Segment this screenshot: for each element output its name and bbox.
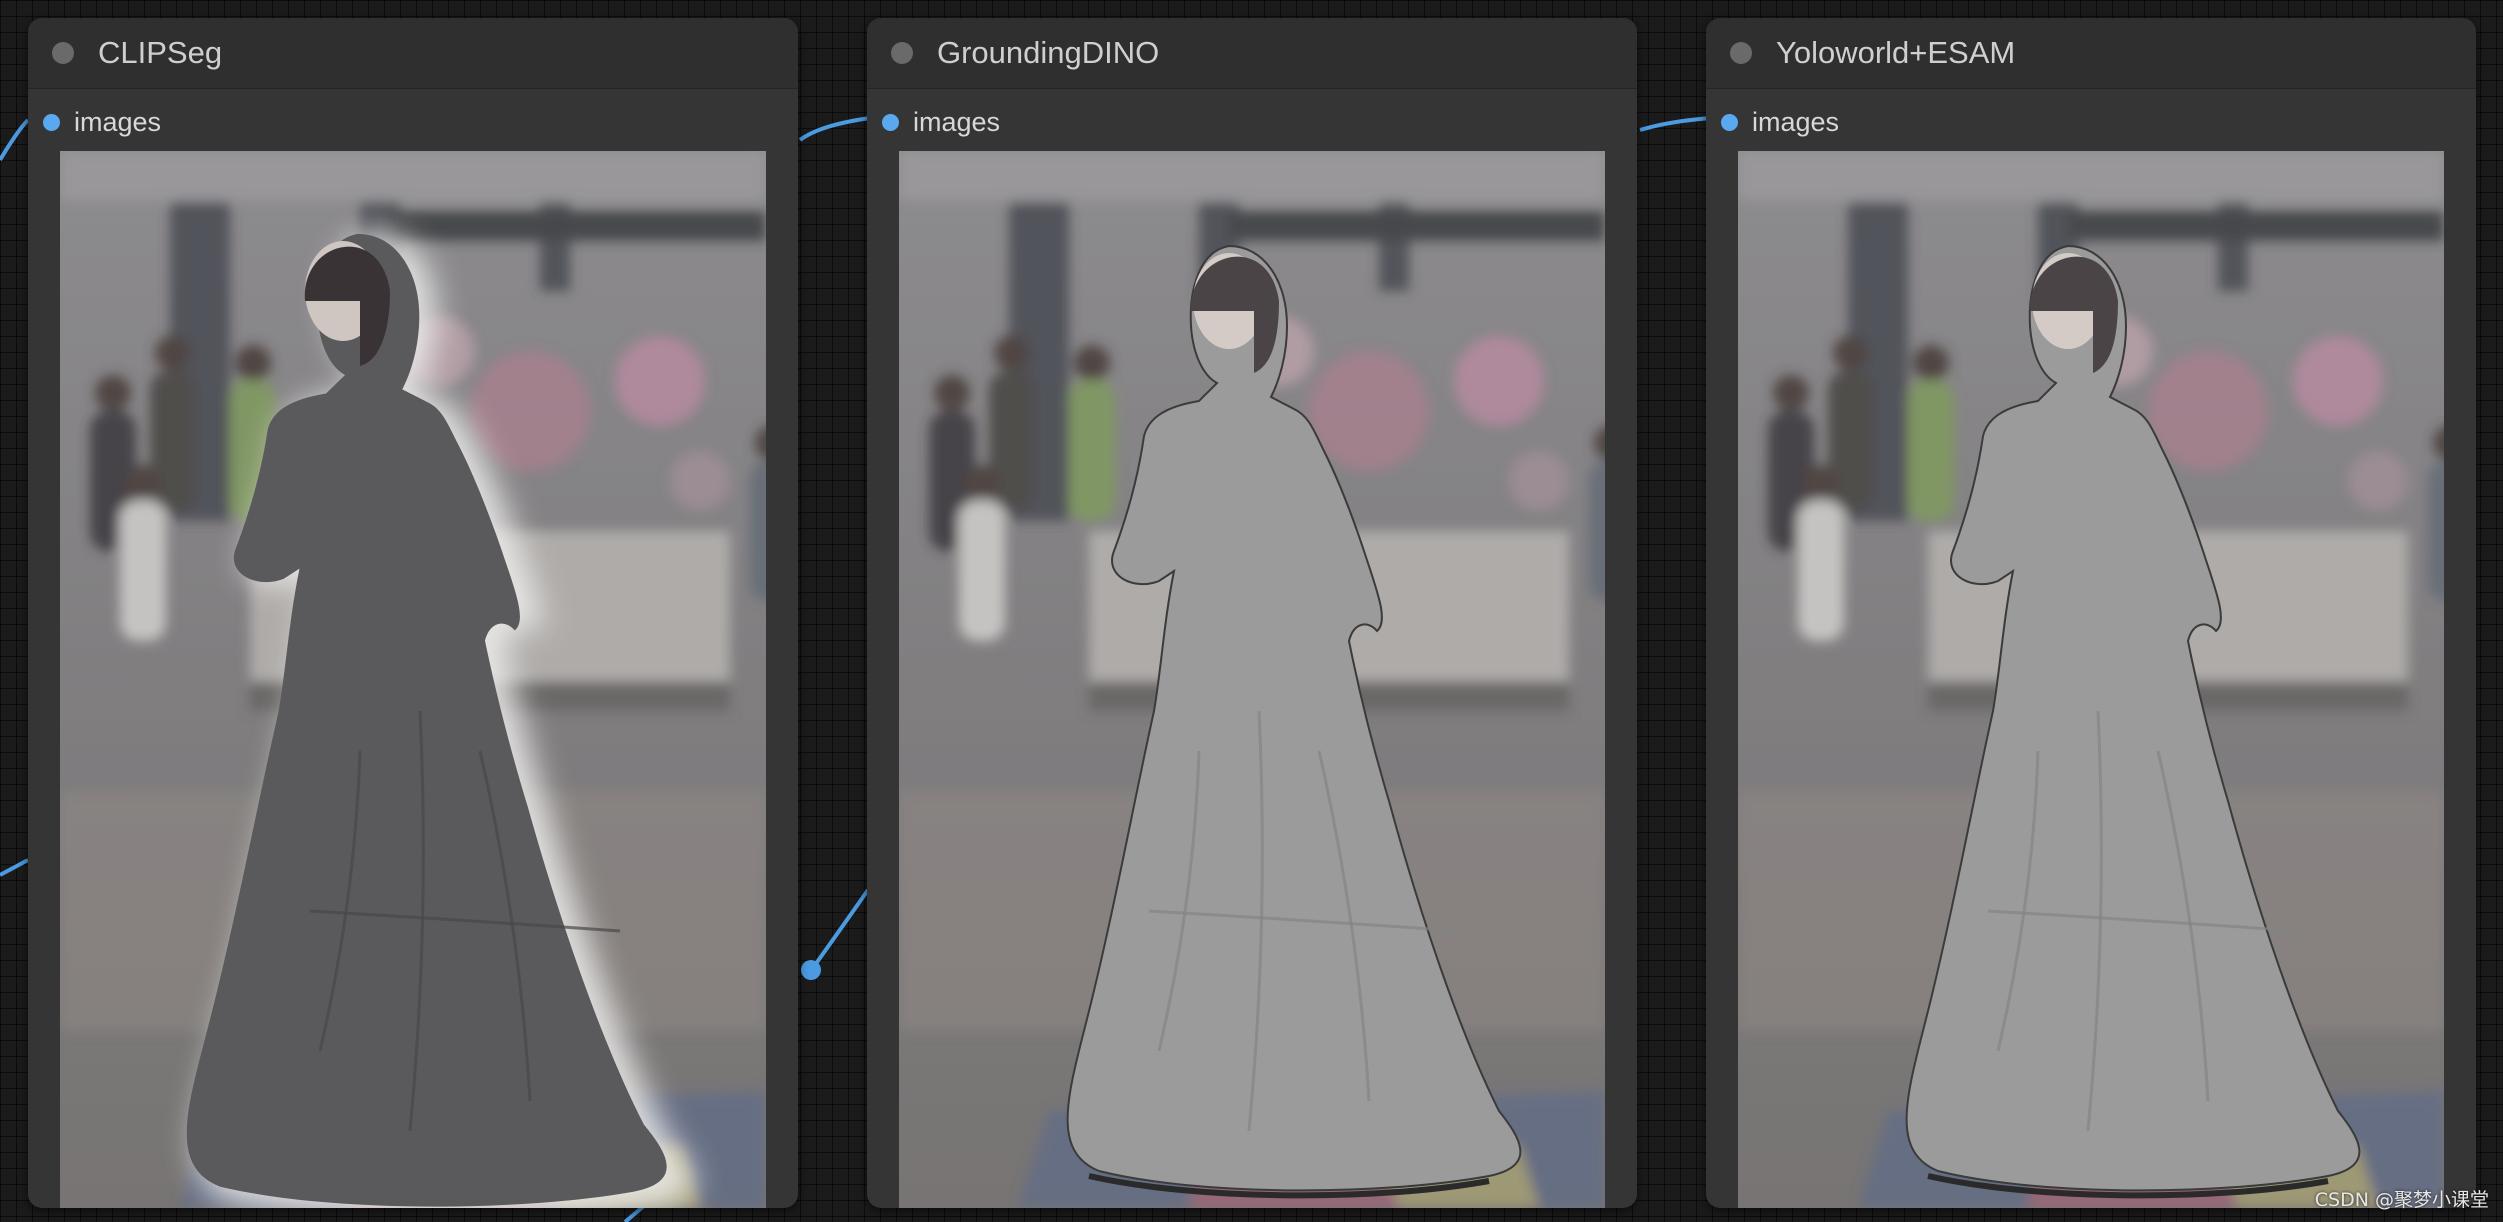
input-slot-images[interactable]: images [28, 89, 798, 155]
circle-dot-icon[interactable] [891, 42, 913, 64]
input-slot-dot-icon[interactable] [1721, 113, 1738, 131]
circle-dot-icon[interactable] [1730, 42, 1752, 64]
circle-dot-icon[interactable] [52, 42, 74, 64]
slot-label: images [913, 106, 1001, 137]
preview-scene [60, 151, 766, 1208]
input-slot-dot-icon[interactable] [882, 113, 899, 131]
wire-clipseg-lower[interactable] [0, 858, 29, 877]
watermark: CSDN @聚梦小课堂 [2314, 1189, 2489, 1211]
preview-scene [1738, 151, 2444, 1208]
wire-yolo-in[interactable] [1639, 116, 1713, 132]
image-preview [899, 151, 1605, 1208]
node-header[interactable]: GroundingDINO [867, 18, 1637, 89]
node-clipseg[interactable]: CLIPSeg images [28, 18, 798, 1208]
node-yoloworld-esam[interactable]: Yoloworld+ESAM images [1706, 18, 2476, 1208]
input-slot-images[interactable]: images [867, 89, 1637, 155]
wire-lower-link[interactable] [808, 888, 870, 974]
wire-reroute-dot[interactable] [801, 960, 821, 980]
slot-label: images [74, 106, 162, 137]
image-preview [60, 151, 766, 1208]
input-slot-images[interactable]: images [1706, 89, 2476, 155]
input-slot-dot-icon[interactable] [43, 113, 60, 131]
node-title: Yoloworld+ESAM [1776, 35, 2016, 70]
node-header[interactable]: Yoloworld+ESAM [1706, 18, 2476, 89]
wire-grounding-in[interactable] [798, 116, 871, 142]
node-header[interactable]: CLIPSeg [28, 18, 798, 89]
preview-scene [899, 151, 1605, 1208]
node-groundingdino[interactable]: GroundingDINO images [867, 18, 1637, 1208]
image-preview [1738, 151, 2444, 1208]
wire-clipseg-in[interactable] [0, 118, 30, 162]
slot-label: images [1752, 106, 1840, 137]
node-title: GroundingDINO [937, 35, 1160, 70]
node-title: CLIPSeg [98, 35, 223, 70]
